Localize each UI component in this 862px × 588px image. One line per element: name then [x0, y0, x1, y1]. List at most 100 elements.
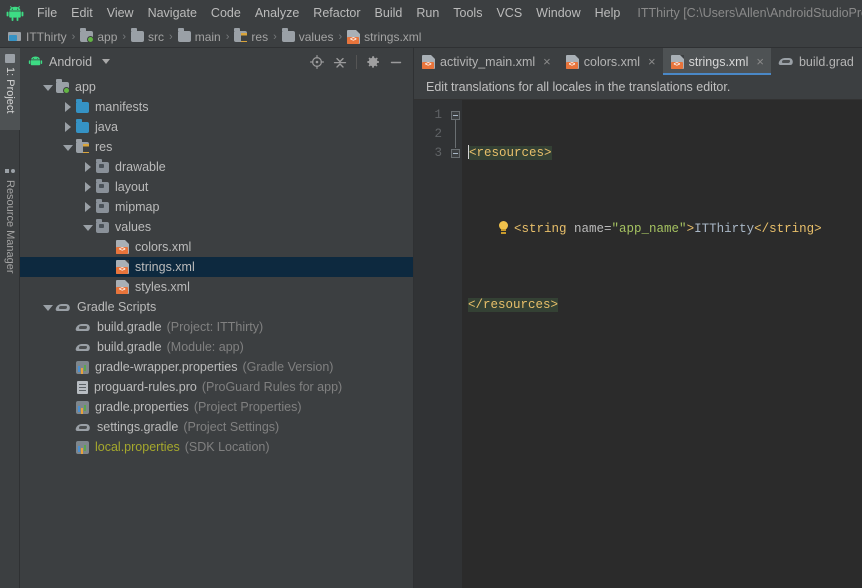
code-token-string-open: <string [514, 222, 567, 236]
breadcrumb-item-values[interactable]: values [281, 28, 334, 44]
xml-file-icon [347, 29, 361, 44]
project-view-selector[interactable]: Android [28, 55, 111, 69]
menu-vcs[interactable]: VCS [489, 3, 529, 23]
breadcrumb-item-main[interactable]: main [177, 28, 221, 44]
tab-colors-xml[interactable]: colors.xml × [558, 48, 663, 75]
tab-strings-xml[interactable]: strings.xml × [662, 48, 772, 75]
lightbulb-icon[interactable] [498, 221, 509, 234]
tab-build-gradle[interactable]: build.grad [771, 48, 861, 75]
tree-row-java[interactable]: java [20, 117, 413, 137]
code-token-attr-value: "app_name" [611, 222, 687, 236]
gear-icon[interactable] [366, 55, 380, 69]
breadcrumb-label: ITThirty [26, 29, 67, 44]
chevron-down-icon[interactable] [82, 222, 93, 233]
code-token-text: ITThirty [694, 222, 755, 236]
menu-window[interactable]: Window [529, 3, 587, 23]
sidebar-item-resource-manager[interactable]: Resource Manager [0, 160, 20, 292]
tree-row-local-properties[interactable]: local.properties (SDK Location) [20, 437, 413, 457]
tree-row-gradle-wrapper-properties[interactable]: gradle-wrapper.properties (Gradle Versio… [20, 357, 413, 377]
breadcrumb-item-app[interactable]: app [80, 28, 118, 44]
breadcrumb-item-res[interactable]: res [234, 28, 268, 44]
tree-row-label: gradle.properties [95, 400, 189, 414]
close-icon[interactable]: × [648, 55, 656, 68]
tree-row-gradle-properties[interactable]: gradle.properties (Project Properties) [20, 397, 413, 417]
menu-edit[interactable]: Edit [64, 3, 100, 23]
menu-analyze[interactable]: Analyze [248, 3, 306, 23]
chevron-right-icon[interactable] [62, 101, 73, 113]
breadcrumb-label: values [298, 29, 334, 44]
tree-row-res[interactable]: res [20, 137, 413, 157]
tree-row-label: manifests [95, 100, 149, 114]
tree-row-layout[interactable]: layout [20, 177, 413, 197]
menu-help[interactable]: Help [588, 3, 628, 23]
window-title: ITThirty [C:\Users\Allen\AndroidStudioPr… [637, 6, 862, 20]
menu-bar: File Edit View Navigate Code Analyze Ref… [0, 0, 862, 26]
code-token-resources-open: <resources> [469, 146, 552, 160]
tree-row-mipmap[interactable]: mipmap [20, 197, 413, 217]
chevron-down-icon[interactable] [42, 82, 53, 93]
sidebar-item-project[interactable]: 1: Project [0, 48, 20, 130]
tree-row-build-gradle-module[interactable]: build.gradle (Module: app) [20, 337, 413, 357]
breadcrumb-item-strings-xml[interactable]: strings.xml [347, 29, 422, 44]
toolbar-divider [356, 54, 357, 69]
breadcrumb-label: strings.xml [364, 29, 422, 44]
tree-row-label: app [75, 80, 96, 94]
close-icon[interactable]: × [543, 55, 551, 68]
chevron-right-icon[interactable] [62, 121, 73, 133]
xml-file-icon [116, 240, 129, 254]
tree-row-label: strings.xml [135, 260, 195, 274]
menu-navigate[interactable]: Navigate [141, 3, 204, 23]
tree-row-app[interactable]: app [20, 77, 413, 97]
tree-row-manifests[interactable]: manifests [20, 97, 413, 117]
tree-row-proguard-rules[interactable]: proguard-rules.pro (ProGuard Rules for a… [20, 377, 413, 397]
tree-row-hint: (Module: app) [166, 340, 244, 354]
tree-row-build-gradle-project[interactable]: build.gradle (Project: ITThirty) [20, 317, 413, 337]
minimize-icon[interactable] [389, 55, 403, 69]
close-icon[interactable]: × [756, 55, 764, 68]
breadcrumb-label: src [148, 29, 165, 44]
menu-build[interactable]: Build [368, 3, 410, 23]
collapse-all-icon[interactable] [333, 55, 347, 69]
tab-activity-main-xml[interactable]: activity_main.xml × [414, 48, 558, 75]
menu-code[interactable]: Code [204, 3, 248, 23]
tree-row-styles-xml[interactable]: styles.xml [20, 277, 413, 297]
menu-tools[interactable]: Tools [446, 3, 489, 23]
tree-row-hint: (Project Properties) [193, 400, 302, 414]
tree-row-settings-gradle[interactable]: settings.gradle (Project Settings) [20, 417, 413, 437]
breadcrumb-label: app [97, 29, 118, 44]
project-panel-toolbar [310, 54, 409, 69]
fold-marker-open[interactable] [451, 111, 460, 120]
chevron-right-icon[interactable] [82, 161, 93, 173]
chevron-down-icon[interactable] [42, 302, 53, 313]
chevron-down-icon[interactable] [62, 142, 73, 153]
code-text[interactable]: <resources> <string name="app_name">ITTh… [462, 100, 862, 588]
menu-view[interactable]: View [100, 3, 141, 23]
tree-row-gradle-scripts[interactable]: Gradle Scripts [20, 297, 413, 317]
tab-label: build.grad [798, 54, 854, 69]
tree-row-colors-xml[interactable]: colors.xml [20, 237, 413, 257]
module-icon [8, 31, 22, 43]
tree-row-hint: (Gradle Version) [242, 360, 334, 374]
project-tree[interactable]: app manifests java res drawable layout m… [20, 75, 413, 588]
menu-file[interactable]: File [30, 3, 64, 23]
fold-marker-close[interactable] [451, 149, 460, 158]
chevron-right-icon[interactable] [82, 181, 93, 193]
code-folding-gutter[interactable] [448, 100, 462, 588]
breadcrumb-item-ITThirty[interactable]: ITThirty [8, 30, 67, 44]
tree-row-drawable[interactable]: drawable [20, 157, 413, 177]
tree-row-values[interactable]: values [20, 217, 413, 237]
menu-run[interactable]: Run [409, 3, 446, 23]
code-token-resources-close: </resources> [468, 298, 559, 312]
tree-row-label: Gradle Scripts [77, 300, 157, 314]
android-logo-icon [28, 55, 43, 68]
document-icon [77, 380, 88, 394]
menu-refactor[interactable]: Refactor [306, 3, 367, 23]
locate-file-icon[interactable] [310, 54, 324, 69]
folder-res-icon [234, 28, 248, 42]
breadcrumb-item-src[interactable]: src [131, 28, 165, 44]
tree-row-strings-xml[interactable]: strings.xml [20, 257, 413, 277]
chevron-right-icon[interactable] [82, 201, 93, 213]
code-editor[interactable]: 1 2 3 <resources> <string name="app_name… [414, 100, 862, 588]
tree-row-hint: (Project: ITThirty) [166, 320, 264, 334]
xml-file-icon [670, 54, 684, 69]
